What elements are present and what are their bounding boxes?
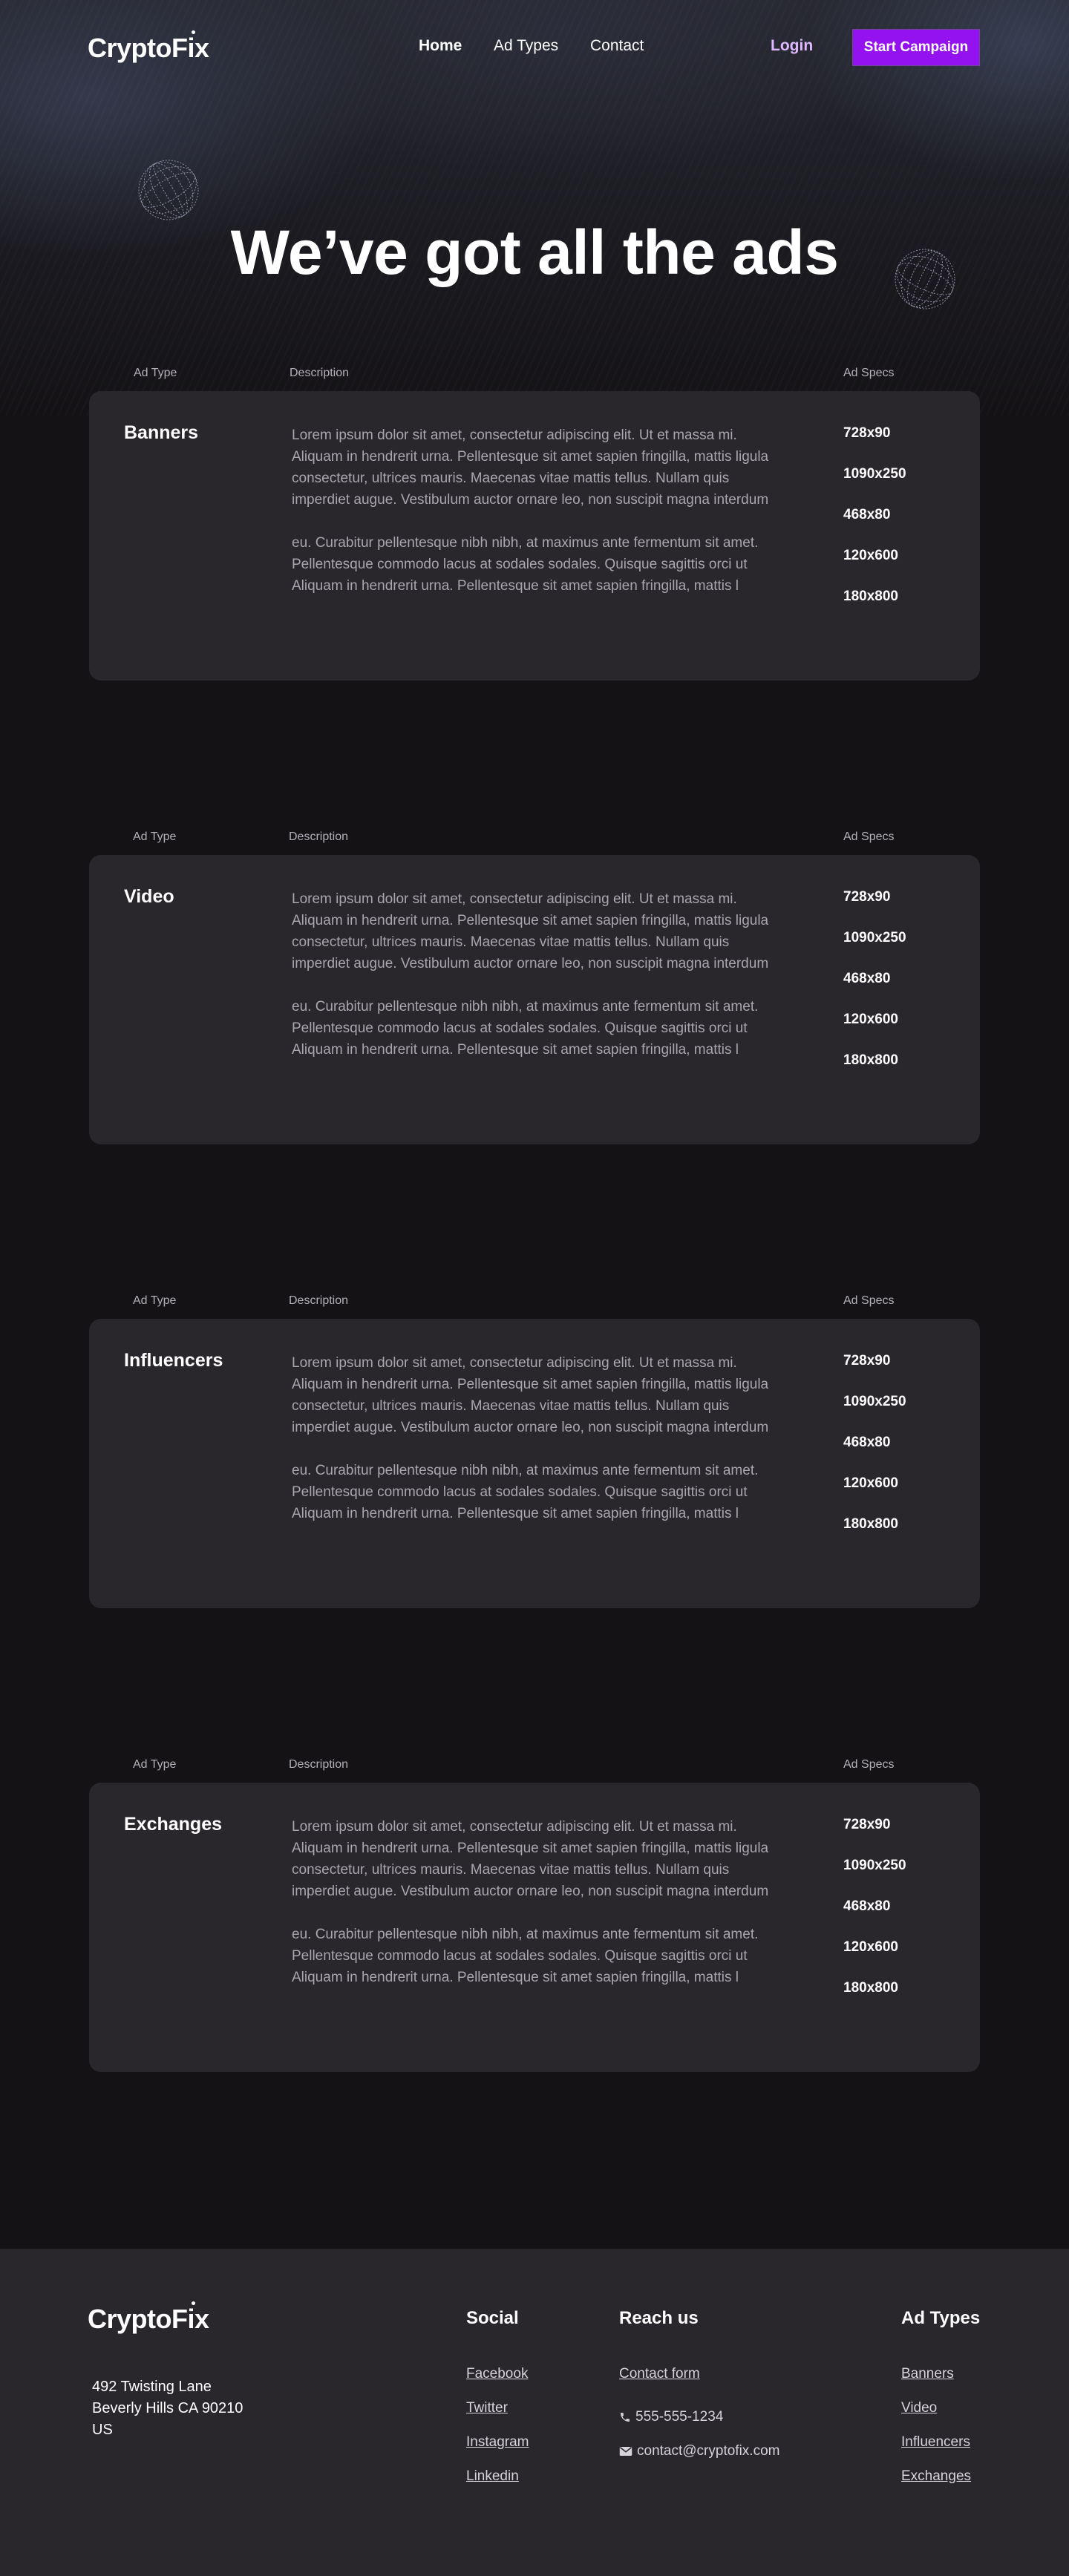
footer-link-influencers[interactable]: Influencers [901, 2434, 970, 2450]
instagram-link[interactable]: Instagram [466, 2434, 529, 2450]
ad-description: Lorem ipsum dolor sit amet, consectetur … [292, 1816, 782, 1988]
ad-spec: 728x90 [843, 1353, 891, 1369]
ad-card: Banners Lorem ipsum dolor sit amet, cons… [89, 391, 980, 681]
ad-spec: 120x600 [843, 1939, 898, 1955]
logo-dot-decoration [192, 2301, 195, 2305]
column-header-description: Description [289, 1294, 349, 1307]
ad-card: Influencers Lorem ipsum dolor sit amet, … [89, 1319, 980, 1608]
ad-type-name: Influencers [124, 1350, 223, 1371]
address-line: Beverly Hills CA 90210 [92, 2400, 243, 2416]
ad-spec: 468x80 [843, 1898, 891, 1914]
ad-spec: 468x80 [843, 971, 891, 986]
ad-spec: 120x600 [843, 1475, 898, 1491]
ad-spec: 180x800 [843, 1980, 898, 1996]
hero-title: We’ve got all the ads [230, 217, 839, 287]
description-paragraph: eu. Curabitur pellentesque nibh nibh, at… [292, 1927, 759, 1985]
address-line: 492 Twisting Lane [92, 2379, 212, 2395]
ad-spec: 468x80 [843, 507, 891, 522]
ad-type-name: Video [124, 886, 174, 907]
description-paragraph: Lorem ipsum dolor sit amet, consectetur … [292, 1819, 769, 1899]
nav-ad-types[interactable]: Ad Types [494, 37, 558, 55]
ad-spec: 728x90 [843, 1817, 891, 1832]
ad-spec: 1090x250 [843, 1858, 906, 1873]
ad-spec: 1090x250 [843, 1394, 906, 1409]
column-header-ad-type: Ad Type [133, 1758, 177, 1771]
description-paragraph: eu. Curabitur pellentesque nibh nibh, at… [292, 1463, 759, 1521]
ad-spec: 180x800 [843, 589, 898, 604]
phone-item: 555-555-1234 [619, 2400, 779, 2434]
footer-social-title: Social [466, 2308, 519, 2328]
footer-brand-name: CryptoFix [88, 2304, 209, 2334]
ad-specs-list: 728x90 1090x250 468x80 120x600 180x800 [843, 1353, 906, 1557]
description-paragraph: eu. Curabitur pellentesque nibh nibh, at… [292, 999, 759, 1058]
twitter-link[interactable]: Twitter [466, 2400, 508, 2416]
column-header-description: Description [289, 1758, 349, 1771]
column-header-ad-specs: Ad Specs [843, 1294, 895, 1307]
ad-spec: 180x800 [843, 1052, 898, 1068]
description-paragraph: Lorem ipsum dolor sit amet, consectetur … [292, 891, 769, 971]
ad-specs-list: 728x90 1090x250 468x80 120x600 180x800 [843, 425, 906, 629]
description-paragraph: Lorem ipsum dolor sit amet, consectetur … [292, 1355, 769, 1435]
logo-dot-decoration [192, 30, 195, 34]
address-line: US [92, 2422, 113, 2438]
footer-reach-title: Reach us [619, 2308, 699, 2328]
start-campaign-button[interactable]: Start Campaign [852, 29, 980, 66]
ad-card: Video Lorem ipsum dolor sit amet, consec… [89, 855, 980, 1144]
footer-address: 492 Twisting Lane Beverly Hills CA 90210… [92, 2376, 243, 2441]
footer-link-exchanges[interactable]: Exchanges [901, 2468, 971, 2484]
contact-form-link[interactable]: Contact form [619, 2366, 700, 2382]
ad-specs-list: 728x90 1090x250 468x80 120x600 180x800 [843, 1817, 906, 2021]
site-footer: CryptoFix 492 Twisting Lane Beverly Hill… [0, 2249, 1069, 2576]
email-address: contact@cryptofix.com [637, 2443, 780, 2459]
footer-link-banners[interactable]: Banners [901, 2366, 954, 2382]
login-link[interactable]: Login [771, 37, 813, 55]
footer-reach-links: Contact form 555-555-1234 contact@crypto… [619, 2366, 779, 2468]
brand-name: CryptoFix [88, 33, 209, 63]
phone-number: 555-555-1234 [635, 2409, 724, 2425]
column-header-ad-type: Ad Type [134, 367, 177, 379]
footer-ad-types-links: Banners Video Influencers Exchanges [901, 2366, 971, 2503]
footer-ad-types-title: Ad Types [901, 2308, 981, 2328]
column-header-ad-type: Ad Type [133, 1294, 177, 1307]
ad-spec: 728x90 [843, 425, 891, 441]
facebook-link[interactable]: Facebook [466, 2366, 528, 2382]
linkedin-link[interactable]: Linkedin [466, 2468, 519, 2484]
ad-spec: 728x90 [843, 889, 891, 905]
ad-spec: 120x600 [843, 1012, 898, 1027]
ad-specs-list: 728x90 1090x250 468x80 120x600 180x800 [843, 889, 906, 1093]
ad-spec: 180x800 [843, 1516, 898, 1532]
ad-description: Lorem ipsum dolor sit amet, consectetur … [292, 1352, 782, 1524]
email-item: contact@cryptofix.com [619, 2434, 779, 2468]
ad-description: Lorem ipsum dolor sit amet, consectetur … [292, 888, 782, 1061]
brand-logo[interactable]: CryptoFix [88, 30, 209, 64]
column-header-ad-specs: Ad Specs [843, 830, 895, 843]
ad-card: Exchanges Lorem ipsum dolor sit amet, co… [89, 1783, 980, 2072]
column-header-description: Description [290, 367, 350, 379]
column-header-ad-type: Ad Type [133, 830, 177, 843]
ad-spec: 1090x250 [843, 466, 906, 482]
nav-contact[interactable]: Contact [590, 37, 644, 55]
ad-spec: 1090x250 [843, 930, 906, 945]
description-paragraph: eu. Curabitur pellentesque nibh nibh, at… [292, 535, 759, 594]
ad-type-name: Banners [124, 422, 199, 443]
phone-icon [621, 2413, 630, 2422]
mail-icon [619, 2447, 632, 2456]
ad-spec: 468x80 [843, 1435, 891, 1450]
column-header-ad-specs: Ad Specs [843, 367, 895, 379]
footer-link-video[interactable]: Video [901, 2400, 937, 2416]
globe-icon [138, 160, 199, 220]
ad-type-name: Exchanges [124, 1814, 223, 1835]
site-header: CryptoFix Home Ad Types Contact Login St… [0, 0, 1069, 95]
footer-social-links: Facebook Twitter Instagram Linkedin [466, 2366, 529, 2503]
ad-spec: 120x600 [843, 548, 898, 563]
footer-brand-logo[interactable]: CryptoFix [88, 2301, 209, 2335]
description-paragraph: Lorem ipsum dolor sit amet, consectetur … [292, 427, 769, 508]
column-header-ad-specs: Ad Specs [843, 1758, 895, 1771]
nav-home[interactable]: Home [419, 37, 462, 55]
ad-description: Lorem ipsum dolor sit amet, consectetur … [292, 425, 782, 597]
column-header-description: Description [289, 830, 349, 843]
